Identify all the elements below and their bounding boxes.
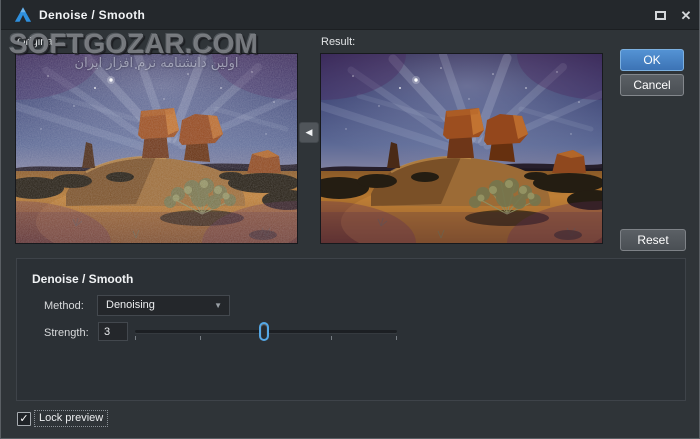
close-icon: ✕ bbox=[681, 9, 692, 22]
denoise-smooth-dialog: Denoise / Smooth ✕ Original: Result: اول… bbox=[0, 0, 700, 439]
arrow-left-icon: ◀ bbox=[306, 127, 313, 138]
lock-preview-label[interactable]: Lock preview bbox=[34, 410, 108, 427]
method-dropdown[interactable]: Denoising ▼ bbox=[97, 295, 230, 316]
settings-panel: Denoise / Smooth Method: Denoising ▼ Str… bbox=[16, 258, 686, 401]
titlebar[interactable]: Denoise / Smooth ✕ bbox=[1, 0, 700, 30]
lock-preview-checkbox[interactable]: ✓ bbox=[17, 412, 31, 426]
result-preview-image[interactable] bbox=[321, 54, 602, 243]
original-label: Original: bbox=[17, 36, 58, 48]
slider-tick bbox=[200, 336, 201, 340]
ok-button[interactable]: OK bbox=[620, 49, 684, 71]
strength-slider[interactable] bbox=[135, 320, 397, 344]
slider-thumb[interactable] bbox=[259, 322, 269, 341]
check-icon: ✓ bbox=[19, 413, 28, 425]
slider-tick bbox=[396, 336, 397, 340]
app-logo-icon bbox=[14, 6, 32, 24]
original-preview-image[interactable]: اولین دانشنامه نرم افزار ایران bbox=[16, 54, 297, 243]
maximize-icon bbox=[655, 11, 666, 20]
slider-tick bbox=[331, 336, 332, 340]
result-label: Result: bbox=[321, 36, 355, 48]
reset-button[interactable]: Reset bbox=[620, 229, 686, 251]
panel-title: Denoise / Smooth bbox=[32, 272, 133, 286]
window-title: Denoise / Smooth bbox=[39, 0, 145, 30]
chevron-down-icon: ▼ bbox=[214, 296, 222, 315]
slider-tick bbox=[135, 336, 136, 340]
cancel-button[interactable]: Cancel bbox=[620, 74, 684, 96]
maximize-button[interactable] bbox=[651, 6, 669, 24]
method-label: Method: bbox=[44, 300, 84, 312]
method-value: Denoising bbox=[106, 299, 155, 311]
strength-input[interactable] bbox=[98, 322, 128, 341]
close-button[interactable]: ✕ bbox=[677, 6, 695, 24]
copy-to-result-button[interactable]: ◀ bbox=[299, 122, 319, 143]
strength-label: Strength: bbox=[44, 327, 89, 339]
